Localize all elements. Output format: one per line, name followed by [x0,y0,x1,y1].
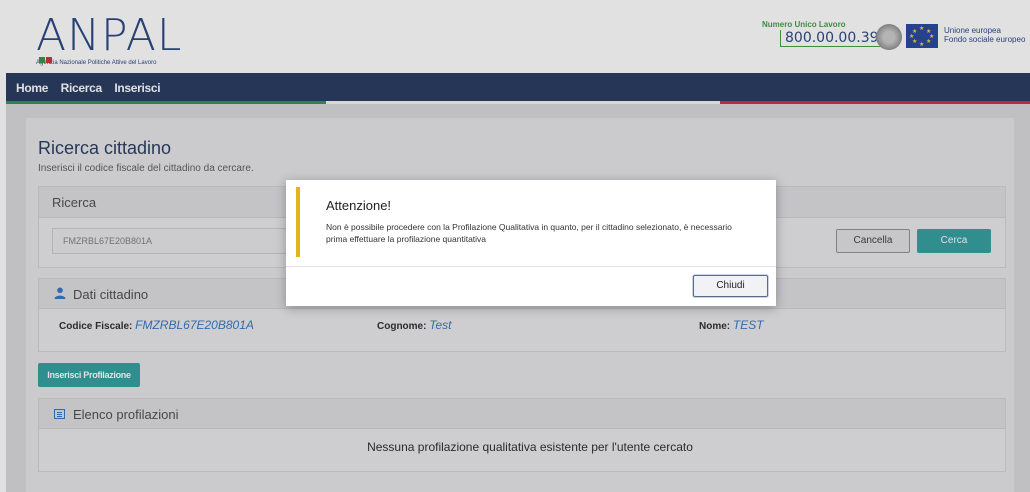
modal-message: Non è possibile procedere con la Profila… [326,222,732,244]
attenzione-modal: Attenzione! Non è possibile procedere co… [286,180,776,306]
chiudi-button[interactable]: Chiudi [693,275,768,297]
modal-title: Attenzione! [326,198,392,213]
modal-divider [286,266,776,267]
warning-bar [296,187,300,257]
